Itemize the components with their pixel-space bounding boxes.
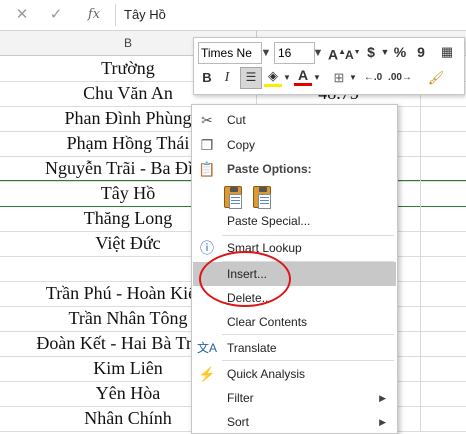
- shrink-font-icon: A: [345, 48, 354, 62]
- increase-font-size-button[interactable]: A▲: [328, 42, 346, 63]
- menu-item-label: Cut: [227, 113, 246, 127]
- mini-toolbar: Times Ne ▼ 16 ▼ A▲ A▼ $ ▼ % 9 ▦ B I ☰ ◈ …: [193, 37, 465, 95]
- menu-item-smart-lookup[interactable]: ⓘ Smart Lookup: [193, 236, 396, 260]
- grow-font-icon: A: [328, 46, 339, 63]
- center-align-icon[interactable]: ☰: [240, 67, 262, 89]
- comma-style-button[interactable]: 9: [414, 42, 428, 62]
- chevron-down-icon[interactable]: ▼: [380, 42, 390, 62]
- chevron-down-icon[interactable]: ▼: [312, 42, 324, 64]
- smart-lookup-icon: ⓘ: [200, 240, 214, 256]
- chevron-down-icon[interactable]: ▼: [313, 68, 321, 88]
- menu-item-label: Clear Contents: [227, 315, 308, 329]
- increase-decimal-button[interactable]: ←.0: [361, 68, 385, 88]
- copy-icon: ❐: [200, 137, 214, 153]
- chevron-down-icon[interactable]: ▼: [349, 68, 357, 88]
- currency-format-button[interactable]: $: [363, 42, 379, 62]
- paste-values-icon[interactable]: [252, 183, 272, 209]
- format-painter-icon[interactable]: 🖌: [426, 68, 446, 88]
- menu-item-delete[interactable]: Delete...: [193, 286, 396, 310]
- menu-item-label: Translate: [227, 341, 277, 355]
- column-divider: [420, 56, 421, 432]
- menu-item-translate[interactable]: 文A Translate: [193, 336, 396, 360]
- paste-icon[interactable]: [223, 183, 243, 209]
- chevron-down-icon[interactable]: ▼: [260, 42, 272, 64]
- bold-button[interactable]: B: [198, 68, 216, 88]
- format-table-icon[interactable]: ▦: [437, 42, 457, 62]
- font-name-box[interactable]: Times Ne: [198, 42, 262, 64]
- font-size-box[interactable]: 16: [274, 42, 315, 64]
- clipboard-clip: [259, 187, 267, 192]
- borders-icon[interactable]: ⊞: [330, 68, 348, 88]
- menu-item-label: Paste Special...: [227, 214, 311, 228]
- cancel-icon[interactable]: ✕: [12, 6, 32, 24]
- enter-icon[interactable]: ✓: [46, 6, 66, 24]
- formula-bar-divider: [115, 4, 116, 26]
- menu-item-cut[interactable]: ✂ Cut: [193, 108, 396, 132]
- paste-options-header: 📋 Paste Options:: [193, 157, 396, 181]
- menu-item-label: Sort: [227, 415, 250, 429]
- clipboard-sheet: [229, 194, 242, 209]
- italic-button[interactable]: I: [218, 68, 236, 88]
- submenu-arrow-icon: ▶: [379, 417, 386, 427]
- menu-item-sort[interactable]: Sort ▶: [193, 410, 396, 434]
- clipboard-sheet: [258, 194, 271, 209]
- menu-separator: [222, 334, 394, 335]
- menu-item-label: Quick Analysis: [227, 367, 306, 381]
- menu-item-paste-special[interactable]: Paste Special...: [193, 209, 396, 233]
- fill-color-icon[interactable]: ◈: [264, 68, 282, 87]
- insert-function-icon[interactable]: fx: [84, 6, 104, 24]
- decrease-decimal-button[interactable]: .00→: [388, 68, 412, 88]
- menu-item-quick-analysis[interactable]: ⚡ Quick Analysis: [193, 362, 396, 386]
- scissors-icon: ✂: [201, 112, 213, 128]
- menu-item-insert[interactable]: Insert...: [193, 262, 396, 286]
- menu-item-filter[interactable]: Filter ▶: [193, 386, 396, 410]
- decrease-font-size-button[interactable]: A▼: [345, 43, 361, 63]
- menu-item-label: Insert...: [227, 267, 268, 281]
- menu-item-copy[interactable]: ❐ Copy: [193, 133, 396, 157]
- submenu-arrow-icon: ▶: [379, 393, 386, 403]
- menu-separator: [222, 360, 394, 361]
- formula-input[interactable]: Tây Hồ: [124, 7, 166, 22]
- menu-item-label: Delete...: [227, 291, 272, 305]
- chevron-down-icon[interactable]: ▼: [283, 68, 291, 88]
- menu-item-clear-contents[interactable]: Clear Contents: [193, 310, 396, 334]
- translate-icon: 文A: [197, 341, 218, 355]
- menu-item-label: Filter: [227, 391, 254, 405]
- clipboard-clip: [230, 187, 238, 192]
- clipboard-shape: [253, 186, 271, 209]
- formula-bar: ✕ ✓ fx Tây Hồ: [0, 0, 466, 31]
- percent-style-button[interactable]: %: [392, 42, 408, 62]
- context-menu: ✂ Cut ❐ Copy 📋 Paste Options: Paste Spec…: [191, 104, 398, 434]
- clipboard-shape: [224, 186, 242, 209]
- paste-icon: 📋: [198, 161, 216, 177]
- menu-item-label: Paste Options:: [227, 162, 312, 176]
- quick-analysis-icon: ⚡: [198, 366, 216, 382]
- menu-item-label: Copy: [227, 138, 256, 152]
- font-color-button[interactable]: A: [294, 67, 312, 86]
- menu-item-label: Smart Lookup: [227, 241, 302, 255]
